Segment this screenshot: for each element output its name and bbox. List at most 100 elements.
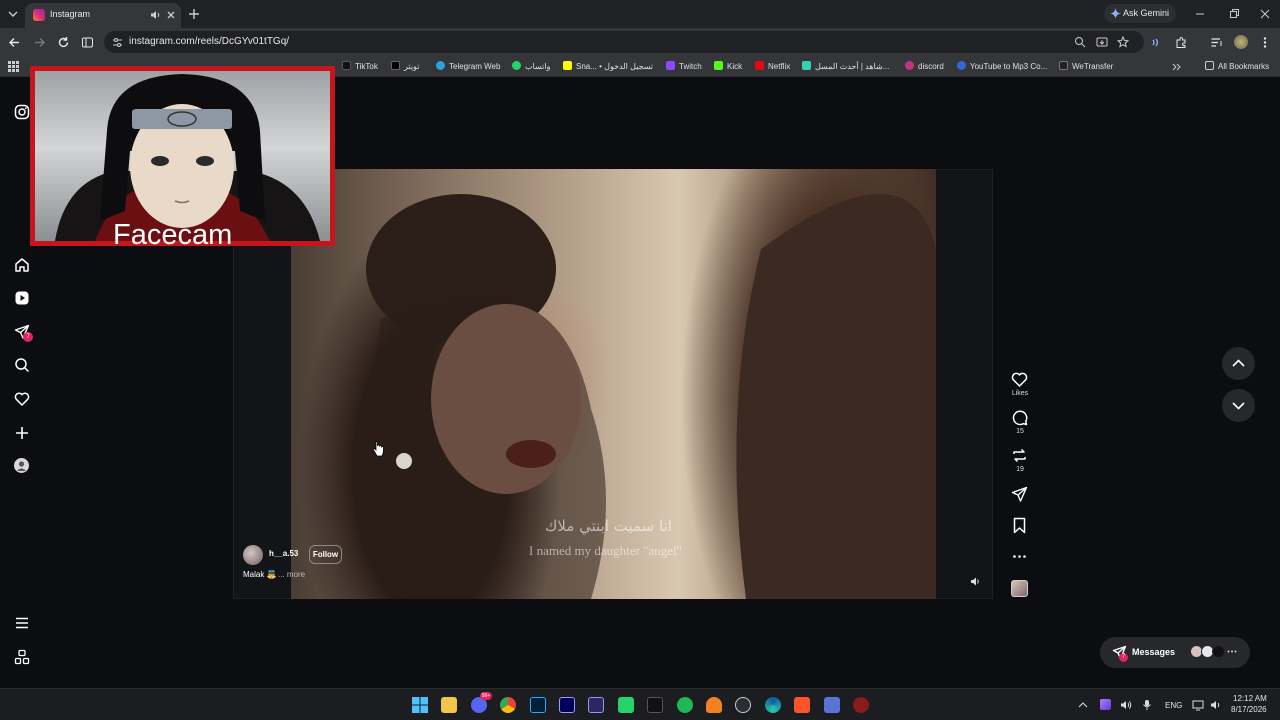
tray-app-icon[interactable] — [1100, 699, 1111, 710]
create-plus-icon[interactable] — [14, 425, 30, 441]
follow-button[interactable]: Follow — [309, 545, 342, 564]
site-info-icon[interactable] — [112, 37, 123, 48]
chrome-icon[interactable] — [500, 697, 516, 713]
bookmark-twitter[interactable]: تويتر — [391, 61, 419, 71]
reel-author-avatar[interactable] — [243, 545, 263, 565]
also-from-meta-icon[interactable] — [14, 649, 30, 665]
bookmark-star-icon[interactable] — [1117, 36, 1129, 48]
hamburger-menu-icon[interactable] — [14, 615, 30, 631]
reel-username[interactable]: h__a.53 — [269, 549, 298, 558]
tab-search-button[interactable] — [6, 7, 20, 21]
heart-icon[interactable] — [14, 391, 30, 407]
edge-icon[interactable] — [765, 697, 781, 713]
spotify-icon[interactable] — [677, 697, 693, 713]
bookmark-discord[interactable]: discord — [905, 61, 944, 71]
extensions-puzzle-icon[interactable] — [1175, 36, 1188, 49]
tab-instagram[interactable]: Instagram — [25, 3, 181, 28]
shield-icon — [957, 61, 966, 70]
address-bar[interactable]: instagram.com/reels/DcGYv01tTGq/ — [104, 31, 1144, 53]
all-bookmarks-label: All Bookmarks — [1218, 62, 1270, 71]
side-panel-icon[interactable] — [81, 36, 94, 49]
previous-reel-button[interactable] — [1222, 347, 1255, 380]
repost-icon[interactable] — [1011, 447, 1028, 464]
restore-icon[interactable] — [1228, 8, 1240, 20]
zoom-icon[interactable] — [1074, 36, 1086, 48]
save-bookmark-icon[interactable] — [1011, 517, 1028, 534]
home-icon[interactable] — [14, 257, 30, 273]
cloud-app-icon[interactable] — [706, 697, 722, 713]
kick-icon — [714, 61, 723, 70]
apps-grid-icon[interactable] — [8, 61, 19, 72]
caption-more-link[interactable]: ... more — [278, 570, 305, 579]
mute-toggle-icon[interactable] — [970, 576, 981, 587]
clock-date[interactable]: 8/17/2026 — [1231, 705, 1267, 714]
file-explorer-icon[interactable] — [441, 697, 457, 713]
discord-app-icon[interactable]: 99+ — [471, 692, 492, 713]
messages-button[interactable]: 7 Messages — [1100, 637, 1250, 668]
wetransfer-icon — [1059, 61, 1068, 70]
tray-volume-icon[interactable] — [1120, 699, 1132, 711]
back-arrow-icon[interactable] — [8, 36, 21, 49]
all-bookmarks-folder[interactable]: All Bookmarks — [1205, 61, 1269, 71]
messages-badge: 7 — [1119, 653, 1128, 662]
forward-arrow-icon[interactable] — [33, 36, 46, 49]
game-app-icon[interactable] — [853, 697, 869, 713]
bookmark-shahid[interactable]: شاهد | أحدث المسل... — [802, 61, 889, 71]
reload-icon[interactable] — [57, 36, 70, 49]
direct-messages-nav[interactable]: 7 — [14, 324, 33, 342]
menu-kebab-icon[interactable] — [1259, 36, 1271, 49]
brave-icon[interactable] — [794, 697, 810, 713]
extension-audio-icon[interactable] — [1150, 36, 1163, 49]
bookmark-tiktok[interactable]: TikTok — [342, 61, 378, 71]
more-bookmarks-chevron-icon[interactable] — [1172, 62, 1182, 72]
search-icon[interactable] — [14, 357, 30, 373]
media-controls-icon[interactable] — [1210, 36, 1223, 49]
start-windows-icon[interactable] — [412, 697, 428, 713]
profile-avatar[interactable] — [1234, 35, 1248, 49]
tray-network-icon[interactable] — [1192, 699, 1204, 711]
obs-icon[interactable] — [735, 697, 751, 713]
ask-gemini-button[interactable]: Ask Gemini — [1104, 4, 1176, 23]
whatsapp-app-icon[interactable] — [618, 697, 634, 713]
video-editor-icon[interactable] — [588, 697, 604, 713]
tray-overflow-chevron-icon[interactable] — [1078, 700, 1088, 710]
subtitle-english: I named my daughter "angel" — [529, 543, 682, 558]
share-send-icon[interactable] — [1011, 486, 1028, 503]
tray-microphone-icon[interactable] — [1142, 699, 1152, 711]
speaker-icon[interactable] — [149, 9, 161, 21]
install-app-icon[interactable] — [1096, 36, 1108, 48]
bookmark-label: discord — [918, 62, 944, 71]
like-heart-icon[interactable] — [1011, 371, 1028, 388]
bookmark-whatsapp[interactable]: واتساب — [512, 61, 550, 71]
profile-avatar-nav[interactable] — [14, 458, 29, 473]
minimize-icon[interactable] — [1194, 8, 1206, 20]
bookmark-label: تويتر — [404, 62, 420, 71]
more-options-icon[interactable] — [1011, 548, 1028, 565]
close-window-icon[interactable] — [1259, 8, 1271, 20]
facecam-label: Facecam — [113, 219, 233, 251]
teams-icon[interactable] — [824, 697, 840, 713]
close-tab-icon[interactable] — [166, 10, 176, 20]
tray-speaker-icon[interactable] — [1210, 699, 1222, 711]
x-logo-icon — [391, 61, 400, 70]
instagram-logo-icon[interactable] — [14, 104, 30, 120]
input-language[interactable]: ENG — [1165, 701, 1182, 710]
after-effects-icon[interactable] — [559, 697, 575, 713]
photoshop-icon[interactable] — [530, 697, 546, 713]
bookmark-telegram[interactable]: Telegram Web — [436, 61, 500, 71]
new-tab-icon[interactable] — [188, 8, 200, 20]
bookmark-twitch[interactable]: Twitch — [666, 61, 702, 71]
audio-thumbnail[interactable] — [1011, 580, 1028, 597]
clock-time[interactable]: 12:12 AM — [1233, 694, 1267, 703]
bookmark-youtube-mp3[interactable]: YouTube to Mp3 Co... — [957, 61, 1047, 71]
next-reel-button[interactable] — [1222, 389, 1255, 422]
bookmark-wetransfer[interactable]: WeTransfer — [1059, 61, 1113, 71]
capcut-icon[interactable] — [647, 697, 663, 713]
bookmark-snapchat[interactable]: Sna... • تسجيل الدخول — [563, 61, 653, 71]
comment-bubble-icon[interactable] — [1011, 409, 1028, 426]
discord-icon — [905, 61, 914, 70]
bookmark-netflix[interactable]: Netflix — [755, 61, 790, 71]
telegram-icon — [436, 61, 445, 70]
bookmark-kick[interactable]: Kick — [714, 61, 742, 71]
reels-icon[interactable] — [14, 290, 30, 306]
